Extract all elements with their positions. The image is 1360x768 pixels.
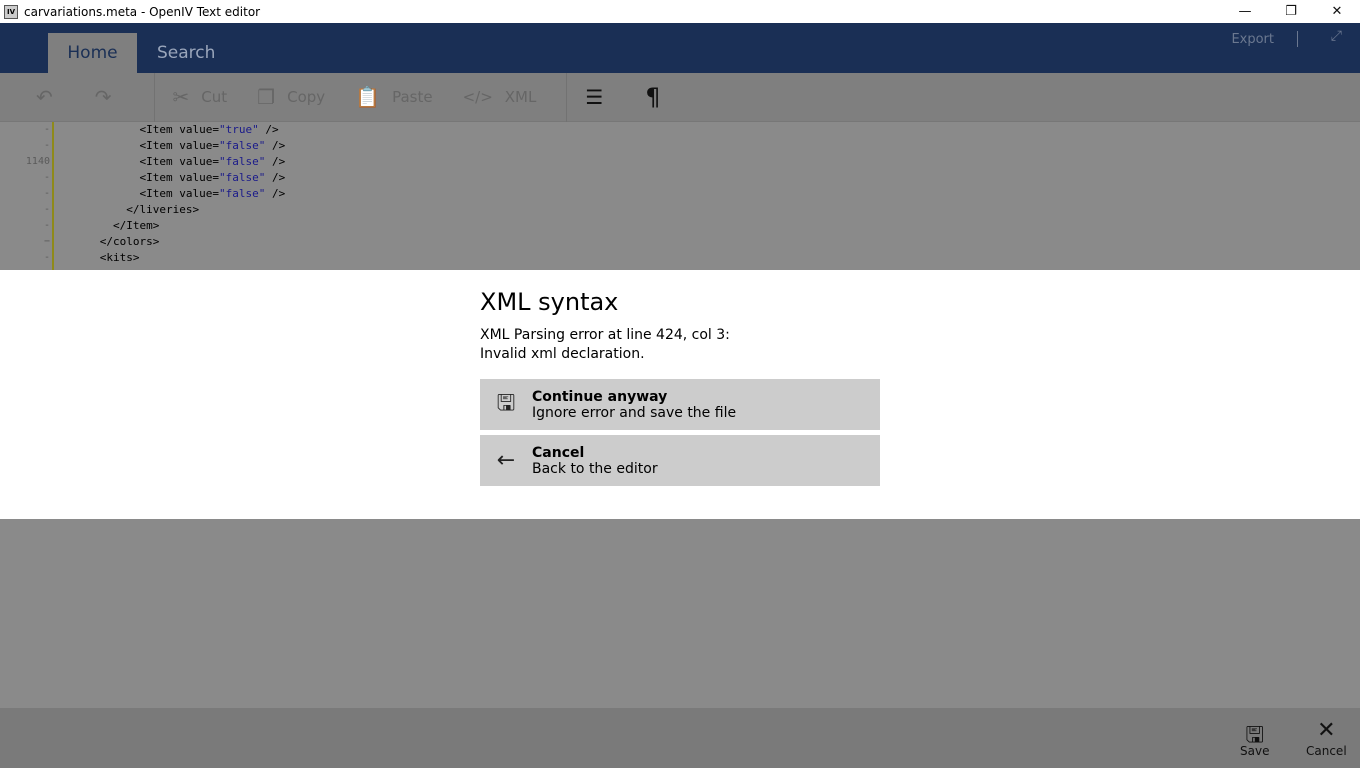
code-text: <Item value="false" /> bbox=[139, 155, 286, 168]
save-icon: 🖫 bbox=[496, 390, 516, 416]
paste-label: Paste bbox=[392, 88, 433, 106]
line-number: - bbox=[43, 204, 50, 215]
paste-button[interactable]: 📋 Paste bbox=[355, 85, 432, 109]
error-line-2: Invalid xml declaration. bbox=[480, 346, 645, 362]
word-wrap-icon: ☰ bbox=[585, 85, 604, 109]
code-line[interactable]: 1140 <Item value="false" /> bbox=[0, 154, 1360, 170]
option-subtitle: Back to the editor bbox=[532, 460, 658, 477]
continue-anyway-button[interactable]: 🖫 Continue anyway Ignore error and save t… bbox=[480, 379, 880, 430]
cancel-option-button[interactable]: ← Cancel Back to the editor bbox=[480, 435, 880, 486]
copy-button[interactable]: ❐ Copy bbox=[257, 85, 325, 109]
line-number: - bbox=[43, 124, 50, 135]
bottom-bar: 🖫 Save ✕ Cancel bbox=[0, 708, 1360, 768]
divider bbox=[566, 72, 568, 122]
code-line[interactable]: - <Item value="false" /> bbox=[0, 170, 1360, 186]
line-number: 1140 bbox=[25, 156, 50, 167]
save-icon: 🖫 bbox=[1245, 723, 1265, 748]
show-whitespace-button[interactable]: ¶ bbox=[645, 83, 672, 111]
code-line[interactable]: - </Item> bbox=[0, 218, 1360, 234]
save-label: Save bbox=[1240, 744, 1270, 758]
code-text: <kits> bbox=[99, 251, 140, 264]
xml-label: XML bbox=[504, 88, 537, 106]
code-line[interactable]: - <Item value="false" /> bbox=[0, 186, 1360, 202]
option-subtitle: Ignore error and save the file bbox=[532, 404, 737, 421]
ribbon-toolbar: ↶ ↷ ✂ Cut ❐ Copy 📋 Paste </> XML ☰ ¶ bbox=[0, 72, 1360, 122]
error-message: XML Parsing error at line 424, col 3: In… bbox=[480, 326, 880, 364]
close-icon: ✕ bbox=[1317, 718, 1336, 743]
copy-icon: ❐ bbox=[257, 85, 276, 109]
code-line[interactable]: - <Item value="true" /> bbox=[0, 122, 1360, 138]
minimize-button[interactable]: — bbox=[1222, 0, 1268, 23]
error-line-1: XML Parsing error at line 424, col 3: bbox=[480, 327, 730, 343]
undo-button[interactable]: ↶ bbox=[36, 85, 65, 109]
header: Home Search Export ⤢ bbox=[0, 23, 1360, 73]
cut-label: Cut bbox=[201, 88, 228, 106]
code-text: </liveries> bbox=[126, 203, 200, 216]
code-editor[interactable]: - <Item value="true" /> - <Item value="fa… bbox=[0, 122, 1360, 270]
tab-search[interactable]: Search bbox=[137, 33, 235, 73]
window-title: carvariations.meta - OpenIV Text editor bbox=[24, 4, 261, 19]
code-icon: </> bbox=[462, 88, 493, 106]
tab-home[interactable]: Home bbox=[48, 33, 137, 73]
arrow-left-icon: ← bbox=[496, 448, 516, 473]
code-text: <Item value="false" /> bbox=[139, 187, 286, 200]
xml-button[interactable]: </> XML bbox=[463, 88, 537, 106]
redo-icon: ↷ bbox=[94, 85, 112, 109]
save-button[interactable]: 🖫 Save bbox=[1240, 718, 1269, 758]
line-number: - bbox=[43, 252, 50, 263]
line-number: - bbox=[43, 220, 50, 231]
pilcrow-icon: ¶ bbox=[645, 83, 661, 111]
code-line[interactable]: - </liveries> bbox=[0, 202, 1360, 218]
expand-icon[interactable]: ⤢ bbox=[1331, 28, 1342, 44]
cut-button[interactable]: ✂ Cut bbox=[173, 85, 228, 109]
code-line[interactable]: − </colors> bbox=[0, 234, 1360, 250]
close-button[interactable]: ✕ bbox=[1314, 0, 1360, 23]
code-text: <Item value="false" /> bbox=[139, 171, 286, 184]
code-line[interactable]: - <kits> bbox=[0, 250, 1360, 266]
code-text: <Item value="false" /> bbox=[139, 139, 286, 152]
code-text: <Item value="true" /> bbox=[139, 123, 279, 136]
option-title: Continue anyway bbox=[532, 388, 668, 405]
xml-syntax-dialog: XML syntax XML Parsing error at line 424… bbox=[0, 270, 1360, 519]
dialog-title: XML syntax bbox=[480, 288, 619, 316]
word-wrap-button[interactable]: ☰ bbox=[585, 85, 615, 109]
code-text: </colors> bbox=[99, 235, 160, 248]
restore-button[interactable]: ❐ bbox=[1268, 0, 1314, 23]
cancel-label: Cancel bbox=[1306, 744, 1347, 758]
line-number: − bbox=[43, 236, 50, 247]
scissors-icon: ✂ bbox=[172, 85, 190, 109]
line-number: - bbox=[43, 172, 50, 183]
redo-button[interactable]: ↷ bbox=[95, 85, 124, 109]
line-number: - bbox=[43, 140, 50, 151]
divider bbox=[153, 72, 155, 122]
cancel-button[interactable]: ✕ Cancel bbox=[1306, 718, 1347, 758]
undo-icon: ↶ bbox=[36, 85, 53, 109]
clipboard-icon: 📋 bbox=[355, 85, 381, 109]
line-number: - bbox=[43, 188, 50, 199]
option-title: Cancel bbox=[532, 444, 585, 461]
code-text: </Item> bbox=[112, 219, 160, 232]
export-button[interactable]: Export bbox=[1231, 32, 1274, 47]
copy-label: Copy bbox=[287, 88, 326, 106]
title-bar: IV carvariations.meta - OpenIV Text edit… bbox=[0, 0, 1360, 23]
app-icon: IV bbox=[4, 4, 18, 19]
divider bbox=[1297, 31, 1298, 47]
code-line[interactable]: - <Item value="false" /> bbox=[0, 138, 1360, 154]
